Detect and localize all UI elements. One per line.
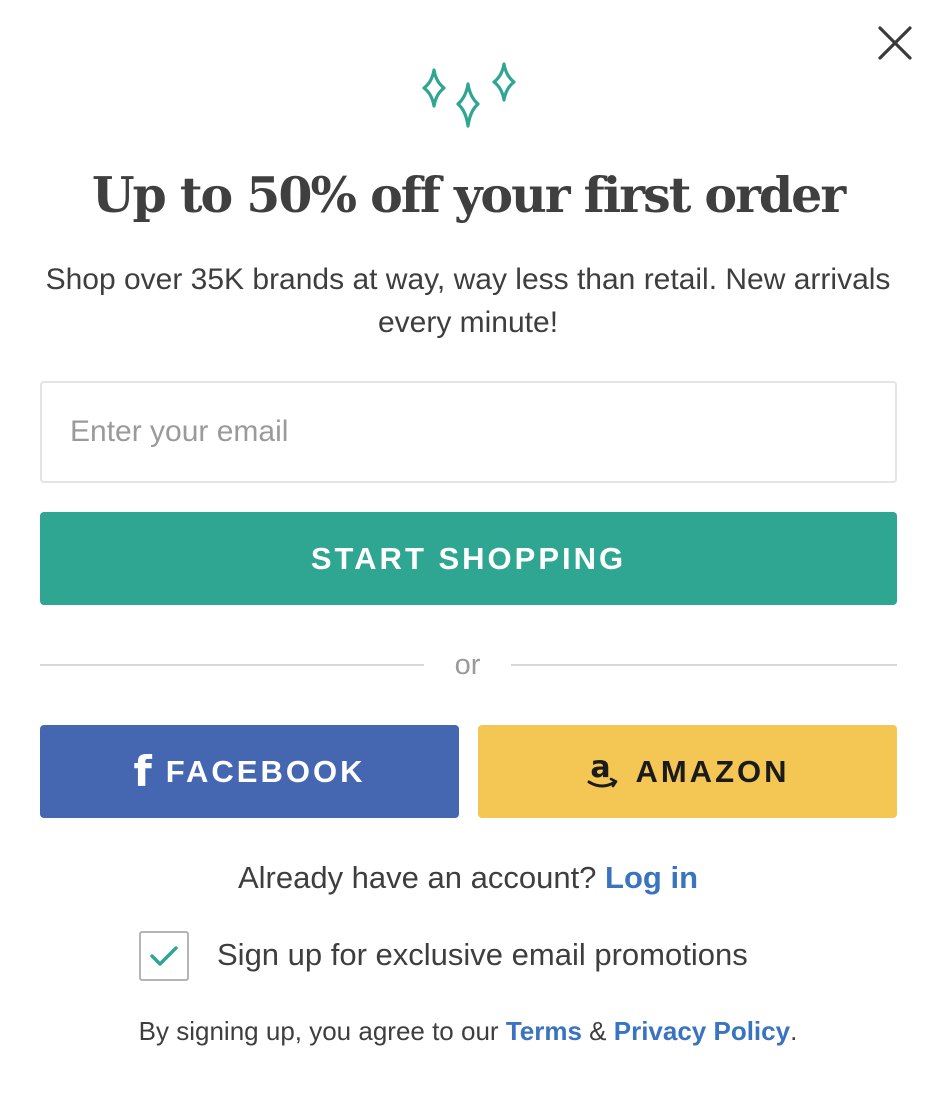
divider-line-right (511, 664, 897, 666)
email-input[interactable] (40, 381, 897, 483)
close-icon (878, 26, 912, 60)
account-prompt: Already have an account? Log in (0, 856, 936, 900)
headline: Up to 50% off your first order (91, 166, 846, 224)
close-button[interactable] (872, 20, 918, 66)
amazon-icon: a (587, 750, 618, 787)
legal-suffix: . (790, 1016, 798, 1046)
amazon-button[interactable]: a AMAZON (478, 725, 897, 818)
divider-line-left (40, 664, 424, 666)
legal-ampersand: & (589, 1016, 607, 1046)
checkmark-icon (150, 946, 178, 966)
privacy-policy-link[interactable]: Privacy Policy (614, 1016, 790, 1046)
amazon-label: AMAZON (635, 753, 790, 789)
legal-prefix: By signing up, you agree to our (138, 1016, 499, 1046)
start-shopping-button[interactable]: START SHOPPING (40, 512, 897, 605)
facebook-f-icon: f (133, 746, 152, 796)
subtext: Shop over 35K brands at way, way less th… (45, 263, 891, 339)
signup-modal: Up to 50% off your first order Shop over… (0, 0, 936, 1110)
login-link[interactable]: Log in (605, 860, 698, 895)
legal-text: By signing up, you agree to our Terms & … (0, 1012, 936, 1050)
facebook-label: FACEBOOK (165, 753, 366, 789)
promo-checkbox-label: Sign up for exclusive email promotions (217, 937, 748, 972)
promo-checkbox[interactable] (139, 931, 189, 981)
terms-link[interactable]: Terms (506, 1016, 582, 1046)
sparkles-icon (422, 62, 516, 128)
account-prompt-text: Already have an account? (237, 860, 597, 895)
facebook-button[interactable]: f FACEBOOK (40, 725, 459, 818)
divider-or: or (454, 649, 481, 681)
